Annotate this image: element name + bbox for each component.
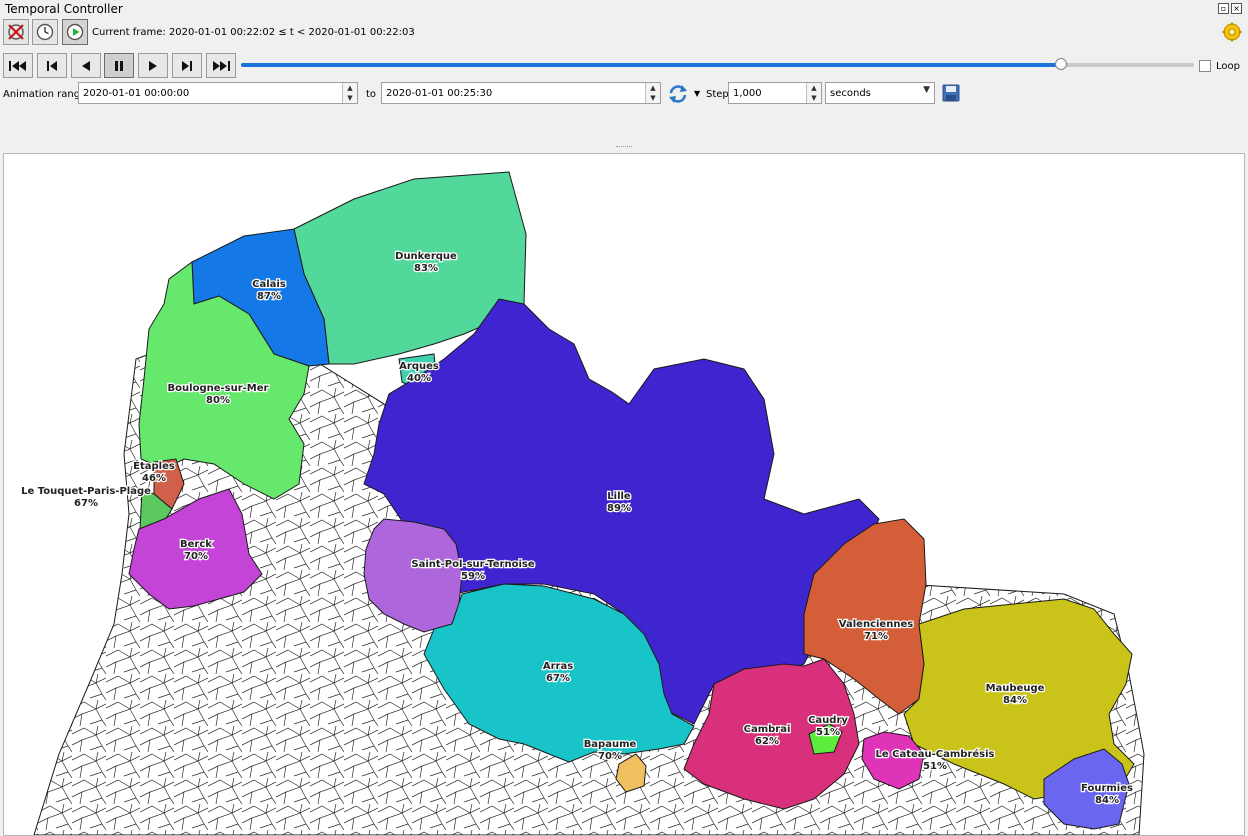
step-spinner-icon[interactable]: ▲ ▼ bbox=[806, 83, 821, 103]
range-start-field[interactable]: 2020-01-01 00:00:00 ▲ ▼ bbox=[78, 82, 358, 104]
skip-to-end-button[interactable] bbox=[206, 53, 236, 78]
skip-to-start-icon bbox=[9, 60, 26, 71]
region-percent-label: 87% bbox=[257, 291, 281, 302]
play-mode-icon bbox=[66, 23, 84, 41]
splitter-handle[interactable] bbox=[616, 146, 632, 150]
clock-icon bbox=[36, 23, 54, 41]
play-icon bbox=[149, 60, 157, 71]
step-back-icon bbox=[47, 60, 57, 71]
step-forward-icon bbox=[182, 60, 192, 71]
close-icon[interactable]: × bbox=[1231, 3, 1242, 14]
region-percent-label: 71% bbox=[864, 631, 888, 642]
range-start-value: 2020-01-01 00:00:00 bbox=[83, 88, 190, 99]
region-percent-label: 83% bbox=[414, 263, 438, 274]
gear-icon[interactable] bbox=[1222, 22, 1242, 42]
pause-button[interactable] bbox=[104, 53, 134, 78]
region-percent-label: 84% bbox=[1003, 695, 1027, 706]
region-name-label: Maubeuge bbox=[986, 683, 1045, 694]
region-name-label: Fourmies bbox=[1081, 783, 1133, 794]
range-start-spinner-icon[interactable]: ▲ ▼ bbox=[342, 83, 357, 103]
next-frame-button[interactable] bbox=[172, 53, 202, 78]
play-forward-button[interactable] bbox=[138, 53, 168, 78]
animation-range-label: Animation range bbox=[3, 89, 87, 100]
region-name-label: Arras bbox=[543, 661, 573, 672]
region-percent-label: 51% bbox=[923, 761, 947, 772]
region-percent-label: 62% bbox=[755, 736, 779, 747]
region-name-label: Valenciennes bbox=[839, 619, 913, 630]
chevron-down-icon: ▼ bbox=[923, 85, 930, 95]
region-percent-label: 70% bbox=[184, 551, 208, 562]
disable-temporal-button[interactable] bbox=[3, 19, 29, 45]
region-percent-label: 59% bbox=[461, 571, 485, 582]
loop-label: Loop bbox=[1216, 61, 1240, 72]
region-percent-label: 67% bbox=[546, 673, 570, 684]
animated-mode-button[interactable] bbox=[62, 19, 88, 45]
range-end-spinner-icon[interactable]: ▲ ▼ bbox=[645, 83, 660, 103]
region-name-label: Le Touquet-Paris-Plage bbox=[21, 486, 151, 497]
current-frame-label: Current frame: 2020-01-01 00:22:02 ≤ t <… bbox=[92, 27, 415, 38]
step-field[interactable]: 1,000 ▲ ▼ bbox=[728, 82, 822, 104]
pause-icon bbox=[115, 60, 123, 71]
skip-to-end-icon bbox=[213, 60, 230, 71]
step-value: 1,000 bbox=[733, 88, 762, 99]
region-percent-label: 84% bbox=[1095, 795, 1119, 806]
region-name-label: Étaples bbox=[133, 459, 175, 472]
window-title: Temporal Controller bbox=[5, 2, 123, 16]
region-percent-label: 67% bbox=[74, 498, 98, 509]
step-unit-select[interactable]: seconds ▼ bbox=[825, 82, 935, 104]
step-label: Step bbox=[706, 89, 729, 100]
window-controls: ▫ × bbox=[1218, 3, 1242, 14]
region-percent-label: 51% bbox=[816, 727, 840, 738]
fixed-range-button[interactable] bbox=[32, 19, 58, 45]
region-percent-label: 46% bbox=[142, 473, 166, 484]
refresh-icon[interactable] bbox=[667, 84, 689, 104]
region-name-label: Berck bbox=[180, 539, 212, 550]
region-name-label: Lille bbox=[607, 491, 631, 502]
to-label: to bbox=[366, 89, 377, 100]
reverse-icon bbox=[82, 60, 90, 71]
save-icon[interactable] bbox=[942, 84, 960, 102]
choropleth-map: Dunkerque83% Calais87% Boulogne-sur-Mer80%… bbox=[20, 171, 1145, 835]
region-percent-label: 89% bbox=[607, 503, 631, 514]
disable-temporal-icon bbox=[8, 24, 24, 40]
region-name-label: Caudry bbox=[808, 715, 848, 726]
region-name-label: Dunkerque bbox=[395, 251, 457, 262]
range-end-field[interactable]: 2020-01-01 00:25:30 ▲ ▼ bbox=[381, 82, 661, 104]
step-unit-value: seconds bbox=[830, 88, 871, 99]
region-percent-label: 70% bbox=[598, 751, 622, 762]
region-percent-label: 80% bbox=[206, 395, 230, 406]
range-end-value: 2020-01-01 00:25:30 bbox=[386, 88, 493, 99]
region-name-label: Cambrai bbox=[744, 724, 791, 735]
previous-frame-button[interactable] bbox=[37, 53, 67, 78]
map-canvas[interactable]: Dunkerque 83% Calais 87% Boulogne-sur-Mer 80%… bbox=[3, 153, 1245, 836]
region-name-label: Saint-Pol-sur-Ternoise bbox=[411, 559, 534, 570]
region-name-label: Bapaume bbox=[584, 739, 637, 750]
loop-checkbox[interactable] bbox=[1199, 60, 1211, 72]
rewind-to-start-button[interactable] bbox=[3, 53, 33, 78]
region-name-label: Calais bbox=[252, 279, 286, 290]
region-percent-label: 40% bbox=[407, 373, 431, 384]
region-name-label: Le Cateau-Cambrésis bbox=[875, 748, 994, 760]
dropdown-arrow-icon[interactable]: ▼ bbox=[694, 89, 700, 98]
float-icon[interactable]: ▫ bbox=[1218, 3, 1229, 14]
timeline-slider[interactable] bbox=[241, 58, 1194, 70]
timeline-handle[interactable] bbox=[1054, 58, 1067, 70]
timeline-progress bbox=[241, 63, 1061, 67]
region-name-label: Boulogne-sur-Mer bbox=[168, 383, 269, 394]
region-name-label: Arques bbox=[399, 361, 439, 372]
play-backward-button[interactable] bbox=[71, 53, 101, 78]
